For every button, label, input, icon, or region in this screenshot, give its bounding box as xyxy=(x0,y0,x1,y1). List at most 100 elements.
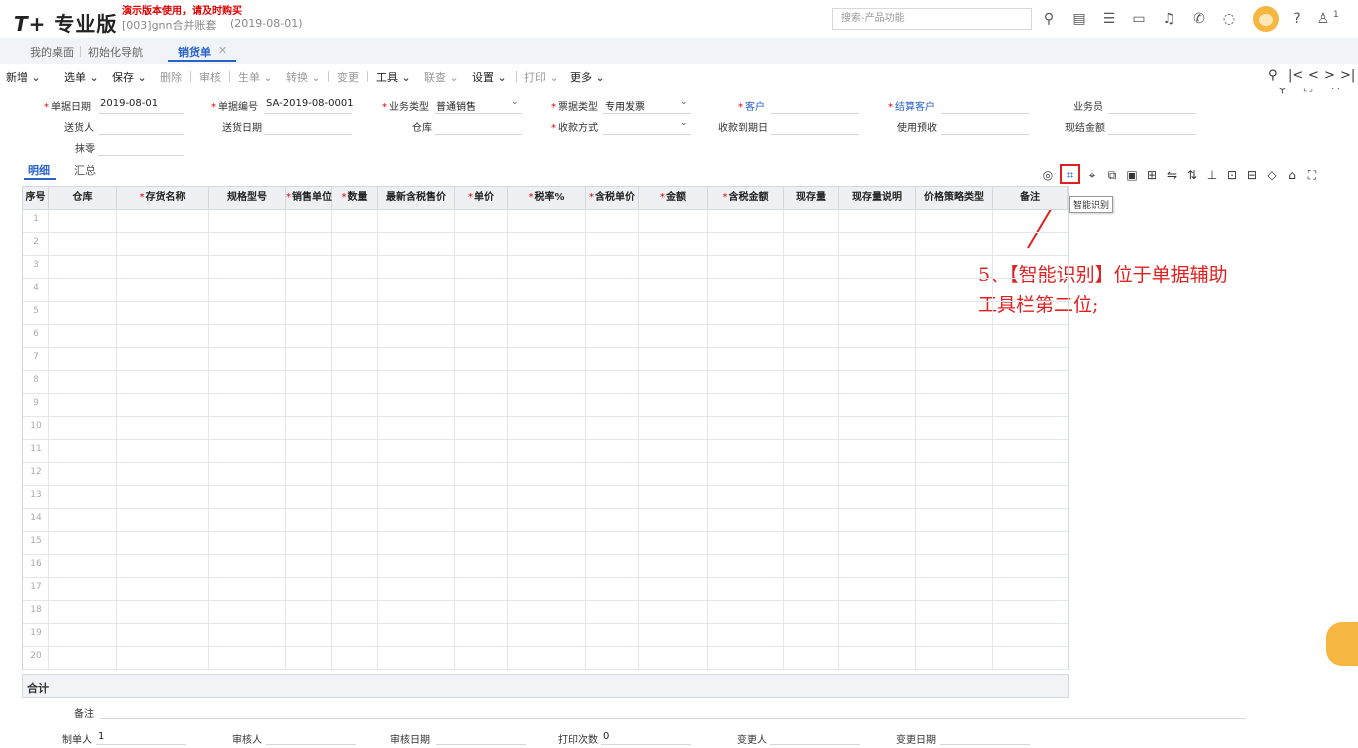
table-row[interactable] xyxy=(23,370,1068,371)
column-header[interactable]: 现存量 xyxy=(784,187,839,209)
column-header[interactable]: 规格型号 xyxy=(209,187,286,209)
column-header[interactable]: *单价 xyxy=(455,187,508,209)
new-button[interactable]: 新增 ⌄ xyxy=(6,69,41,85)
table-row[interactable] xyxy=(23,255,1068,256)
rounding-field[interactable] xyxy=(98,155,184,156)
cash-amount-field[interactable] xyxy=(1108,134,1196,135)
column-header[interactable]: *含税单价 xyxy=(586,187,639,209)
tab-init-nav[interactable]: 初始化导航 xyxy=(88,44,143,60)
settle-customer-field[interactable] xyxy=(941,113,1029,114)
tab-close-icon[interactable]: ✕ xyxy=(218,44,227,57)
table-row[interactable] xyxy=(23,232,1068,233)
tab-sales-delivery[interactable]: 销货单 xyxy=(178,44,211,60)
column-header[interactable]: *税率% xyxy=(508,187,586,209)
message-icon[interactable]: ▭ xyxy=(1130,10,1148,28)
table-row[interactable] xyxy=(23,600,1068,601)
print-button[interactable]: 打印 ⌄ xyxy=(524,69,559,85)
invoice-type-select[interactable]: 专用发票 xyxy=(605,98,645,113)
change-button[interactable]: 变更 xyxy=(337,69,359,85)
table-row[interactable] xyxy=(23,301,1068,302)
chat-icon[interactable]: ◌ xyxy=(1220,10,1238,28)
home-icon[interactable]: ⌂ xyxy=(1284,167,1300,183)
table-row[interactable] xyxy=(23,577,1068,578)
column-header[interactable]: *存货名称 xyxy=(117,187,209,209)
table-row[interactable] xyxy=(23,531,1068,532)
delete-button[interactable]: 删除 xyxy=(160,69,182,85)
payment-method-field[interactable] xyxy=(603,134,691,135)
column-header[interactable]: 仓库 xyxy=(49,187,117,209)
column-header[interactable]: 最新含税售价 xyxy=(378,187,455,209)
chevron-down-icon[interactable]: ⌄ xyxy=(680,97,688,107)
user-icon[interactable]: ♙ xyxy=(1314,10,1332,28)
delivery-date-field[interactable] xyxy=(264,134,352,135)
floating-assistant-icon[interactable] xyxy=(1326,622,1358,666)
phone-icon[interactable]: ✆ xyxy=(1190,10,1208,28)
prev-record-icon[interactable]: < xyxy=(1308,68,1319,83)
column-header[interactable]: 序号 xyxy=(23,187,49,209)
doc-date-field[interactable]: 2019-08-01 xyxy=(100,98,158,109)
lookup-button[interactable]: 联查 ⌄ xyxy=(424,69,459,85)
tools-button[interactable]: 工具 ⌄ xyxy=(376,69,411,85)
salesman-field[interactable] xyxy=(1108,113,1196,114)
notification-bell-icon[interactable]: ♫ xyxy=(1160,10,1178,28)
column-header[interactable]: 备注 xyxy=(993,187,1068,209)
table-row[interactable] xyxy=(23,646,1068,647)
generate-button[interactable]: 生单 ⌄ xyxy=(238,69,273,85)
chevron-down-icon[interactable]: ⌄ xyxy=(680,118,688,128)
task-list-icon[interactable]: ☰ xyxy=(1100,10,1118,28)
table-row[interactable] xyxy=(23,439,1068,440)
table-row[interactable] xyxy=(23,508,1068,509)
tips-icon[interactable]: ◎ xyxy=(1040,167,1056,183)
split-icon[interactable]: ⇋ xyxy=(1164,167,1180,183)
copy-row-icon[interactable]: ⧉ xyxy=(1104,167,1120,183)
table-row[interactable] xyxy=(23,462,1068,463)
next-record-icon[interactable]: > xyxy=(1324,68,1335,83)
column-header[interactable]: *销售单位 xyxy=(286,187,332,209)
sort-icon[interactable]: ⇅ xyxy=(1184,167,1200,183)
table-row[interactable] xyxy=(23,324,1068,325)
table-row[interactable] xyxy=(23,554,1068,555)
eraser-icon[interactable]: ◇ xyxy=(1264,167,1280,183)
table-row[interactable] xyxy=(23,416,1068,417)
location-icon[interactable]: ⌖ xyxy=(1084,167,1100,183)
table-row[interactable] xyxy=(23,623,1068,624)
warehouse-field[interactable] xyxy=(434,134,522,135)
column-header[interactable]: *金额 xyxy=(639,187,708,209)
customer-field[interactable] xyxy=(771,113,859,114)
detail-grid[interactable]: 序号 仓库 *存货名称 规格型号 *销售单位 *数量 最新含税售价 *单价 *税率% *含税单价 *… xyxy=(22,186,1069,670)
tab-my-desktop[interactable]: 我的桌面 xyxy=(30,44,74,60)
export-icon[interactable]: ⊡ xyxy=(1224,167,1240,183)
chevron-down-icon[interactable]: ⌄ xyxy=(511,97,519,107)
calculator-icon[interactable]: ▤ xyxy=(1070,10,1088,28)
batch-edit-icon[interactable]: ⊞ xyxy=(1144,167,1160,183)
help-icon[interactable]: ? xyxy=(1288,10,1306,28)
use-prepaid-field[interactable] xyxy=(941,134,1029,135)
save-button[interactable]: 保存 ⌄ xyxy=(112,69,147,85)
doc-search-icon[interactable]: ⚲ xyxy=(1268,68,1278,83)
audit-button[interactable]: 审核 xyxy=(199,69,221,85)
column-header[interactable]: 价格策略类型 xyxy=(916,187,993,209)
last-record-icon[interactable]: >| xyxy=(1340,68,1355,83)
table-row[interactable] xyxy=(23,485,1068,486)
biz-type-select[interactable]: 普通销售 xyxy=(436,98,476,113)
search-icon[interactable]: ⚲ xyxy=(1040,10,1058,28)
stats-icon[interactable]: ⊥ xyxy=(1204,167,1220,183)
due-date-field[interactable] xyxy=(771,134,859,135)
paste-icon[interactable]: ▣ xyxy=(1124,167,1140,183)
first-record-icon[interactable]: |< xyxy=(1288,68,1303,83)
column-settings-icon[interactable]: ⊟ xyxy=(1244,167,1260,183)
expand-icon[interactable]: ⛶ xyxy=(1304,167,1320,183)
column-header[interactable]: *含税金额 xyxy=(708,187,784,209)
column-header[interactable]: 现存量说明 xyxy=(839,187,916,209)
remark-field[interactable] xyxy=(100,718,1246,719)
more-button[interactable]: 更多 ⌄ xyxy=(570,69,605,85)
subtab-detail[interactable]: 明细 xyxy=(28,162,50,178)
deliverer-field[interactable] xyxy=(98,134,184,135)
table-row[interactable] xyxy=(23,347,1068,348)
search-input[interactable]: 搜索-产品功能 xyxy=(832,8,1032,30)
column-header[interactable]: *数量 xyxy=(332,187,378,209)
select-doc-button[interactable]: 选单 ⌄ xyxy=(64,69,99,85)
convert-button[interactable]: 转换 ⌄ xyxy=(286,69,321,85)
subtab-summary[interactable]: 汇总 xyxy=(74,162,96,178)
assistant-avatar-icon[interactable] xyxy=(1253,6,1279,32)
